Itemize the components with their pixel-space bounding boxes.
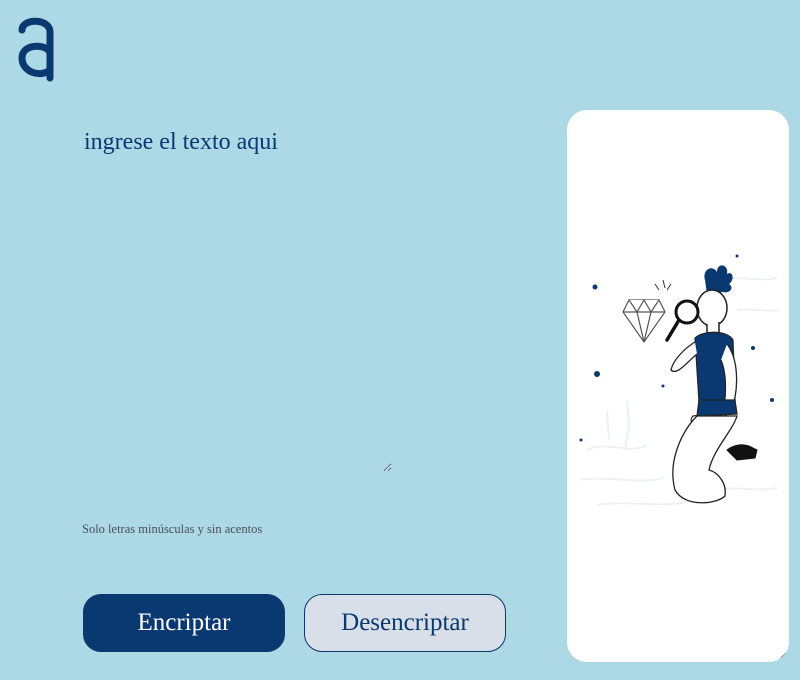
hint-text: Solo letras minúsculas y sin acentos bbox=[82, 522, 263, 536]
alura-logo-icon bbox=[18, 17, 54, 82]
person-with-magnifier-illustration-icon bbox=[579, 254, 780, 506]
decrypt-button[interactable]: Desencriptar bbox=[304, 594, 506, 652]
text-input[interactable] bbox=[82, 120, 392, 472]
encrypt-button[interactable]: Encriptar bbox=[83, 594, 285, 652]
resize-grip-icon[interactable] bbox=[779, 652, 787, 660]
output-panel bbox=[567, 110, 789, 662]
hint-message: Solo letras minúsculas y sin acentos bbox=[82, 522, 262, 537]
